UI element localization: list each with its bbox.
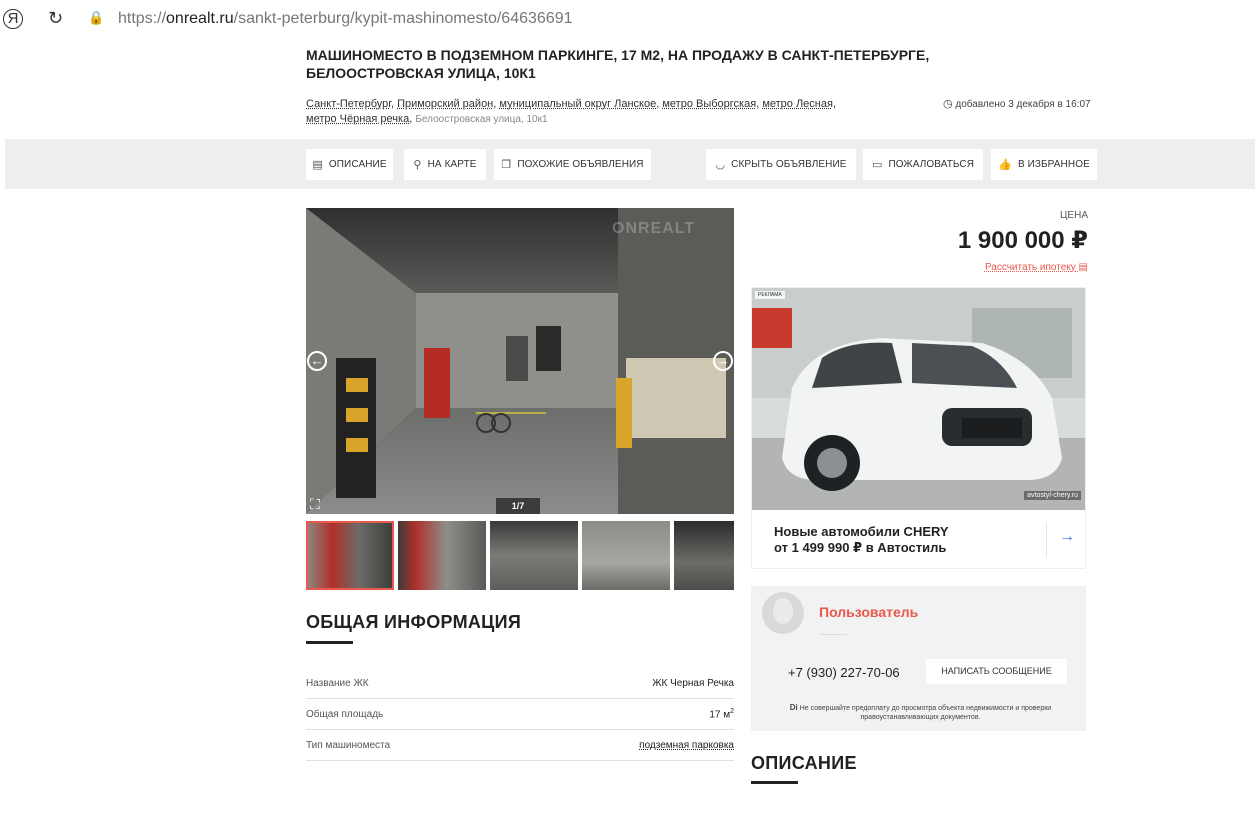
- url-field[interactable]: https://onrealt.ru/sankt-peterburg/kypit…: [118, 10, 572, 28]
- ad-source: avtostyl-chery.ru: [1024, 491, 1081, 500]
- browser-address-bar: Я ↻ 🔒 https://onrealt.ru/sankt-peterburg…: [0, 0, 1258, 40]
- mortgage-calc-label: Рассчитать ипотеку: [984, 262, 1076, 273]
- tab-description[interactable]: ▤ Описание: [306, 149, 393, 180]
- parking-type-link[interactable]: подземная парковка: [639, 740, 734, 751]
- section-underline: [751, 781, 798, 784]
- thumbnail-4[interactable]: [582, 521, 670, 590]
- info-row-type: Тип машиноместа подземная парковка: [306, 730, 734, 761]
- calculator-icon: ▤: [1078, 262, 1088, 273]
- ad-line-2: от 1 499 990 ₽ в Автостиль: [774, 540, 947, 555]
- photo-counter: 1/7: [496, 498, 540, 514]
- added-date: ◷ добавлено 3 декабря в 16:07: [943, 97, 1091, 110]
- fullscreen-icon[interactable]: ⛶: [310, 496, 320, 513]
- info-row-complex: Название ЖК ЖК Черная Речка: [306, 668, 734, 699]
- arrow-left-icon: ←: [310, 353, 324, 368]
- info-value: ЖК Черная Речка: [652, 677, 734, 689]
- address-street: Белоостровская улица, 10к1: [415, 114, 548, 125]
- reload-icon[interactable]: ↻: [48, 8, 63, 29]
- metro-vyborgskaya-link[interactable]: метро Выборгская: [662, 98, 756, 110]
- url-domain: onrealt.ru: [166, 10, 234, 27]
- address-line: Санкт-Петербург, Приморский район, муниц…: [306, 97, 926, 127]
- added-date-text: добавлено 3 декабря в 16:07: [955, 99, 1091, 110]
- info-label: Общая площадь: [306, 708, 384, 720]
- general-info-title: Общая информация: [306, 612, 522, 632]
- address-municipal-link[interactable]: муниципальный округ Ланское: [499, 98, 656, 110]
- warning-icon: Di: [789, 703, 798, 712]
- copy-icon: ❐: [501, 159, 512, 171]
- url-path: /sankt-peterburg/kypit-mashinomesto/6463…: [233, 10, 573, 27]
- tab-map-label: На карте: [427, 159, 477, 170]
- price-label: Цена: [1060, 210, 1088, 221]
- metro-lesnaya-link[interactable]: метро Лесная: [762, 98, 833, 110]
- address-separator: ,: [832, 98, 837, 110]
- lock-icon[interactable]: 🔒: [88, 10, 104, 26]
- address-city-link[interactable]: Санкт-Петербург: [306, 98, 391, 110]
- seller-phone[interactable]: +7 (930) 227-70-06: [788, 665, 900, 680]
- yandex-icon[interactable]: Я: [3, 9, 23, 29]
- address-district-link[interactable]: Приморский район: [397, 98, 493, 110]
- url-protocol: https://: [118, 10, 167, 27]
- arrow-right-icon[interactable]: →: [1059, 528, 1075, 546]
- map-pin-icon: ⚲: [413, 159, 422, 171]
- tab-similar-label: Похожие объявления: [517, 159, 644, 170]
- seller-name[interactable]: Пользователь: [819, 604, 918, 620]
- arrow-right-icon: →: [716, 353, 730, 368]
- thumbnail-1[interactable]: [306, 521, 394, 590]
- document-icon: ▤: [312, 159, 323, 171]
- ad-text[interactable]: Новые автомобили CHERY от 1 499 990 ₽ в …: [774, 524, 949, 556]
- info-label: Название ЖК: [306, 677, 369, 689]
- price-value: 1 900 000 ₽: [957, 227, 1088, 254]
- thumbnail-2[interactable]: [398, 521, 486, 590]
- closed-eye-icon: ◡: [715, 159, 726, 171]
- ad-banner[interactable]: РЕКЛАМА avtostyl-chery.ru Новые автомоби…: [751, 287, 1086, 569]
- gallery-prev-button[interactable]: ←: [307, 351, 327, 371]
- metro-chernaya-rechka-link[interactable]: метро Чёрная речка: [306, 113, 409, 125]
- section-underline: [306, 641, 353, 644]
- complain-label: Пожаловаться: [888, 159, 975, 170]
- complain-button[interactable]: ▭ Пожаловаться: [863, 149, 983, 180]
- area-unit-exponent: 2: [730, 707, 734, 715]
- mortgage-calc-link[interactable]: Рассчитать ипотеку ▤: [985, 262, 1088, 273]
- info-value: 17 м2: [709, 708, 734, 720]
- tab-description-label: Описание: [328, 159, 387, 170]
- ad-divider: [1046, 522, 1047, 558]
- parking-photo: [306, 208, 734, 514]
- description-title: Описание: [751, 753, 857, 773]
- avatar: [762, 592, 804, 634]
- info-row-area: Общая площадь 17 м2: [306, 699, 734, 730]
- thumbnail-5[interactable]: [674, 521, 734, 590]
- ad-label: РЕКЛАМА: [755, 291, 785, 299]
- ad-line-1: Новые автомобили CHERY: [774, 524, 949, 539]
- prepayment-warning: Di Не совершайте предоплату до просмотра…: [763, 703, 1078, 722]
- ad-car-photo: [752, 288, 1085, 510]
- area-value: 17 м: [709, 709, 731, 721]
- info-label: Тип машиноместа: [306, 739, 391, 751]
- seller-contact-card: Пользователь +7 (930) 227-70-06 Написать…: [751, 586, 1086, 731]
- tab-similar[interactable]: ❐ Похожие объявления: [494, 149, 651, 180]
- hide-listing-label: Скрыть объявление: [731, 159, 847, 170]
- clock-icon: ◷: [943, 98, 953, 110]
- page-title: Машиноместо в подземном паркинге, 17 м2,…: [306, 47, 930, 81]
- seller-name-divider: [819, 634, 847, 635]
- send-message-button[interactable]: Написать сообщение: [926, 659, 1067, 684]
- photo-gallery-main[interactable]: [306, 208, 734, 514]
- comment-icon: ▭: [871, 159, 883, 171]
- thumbs-up-icon: 👍: [998, 159, 1012, 171]
- address-separator: ,: [409, 113, 413, 125]
- watermark-logo: ONREALT: [612, 220, 696, 237]
- tab-map[interactable]: ⚲ На карте: [404, 149, 486, 180]
- hide-listing-button[interactable]: ◡ Скрыть объявление: [706, 149, 856, 180]
- favorite-label: В избранное: [1017, 159, 1090, 170]
- gallery-next-button[interactable]: →: [713, 351, 733, 371]
- thumbnail-strip: [306, 521, 734, 590]
- thumbnail-3[interactable]: [490, 521, 578, 590]
- warning-text: Не совершайте предоплату до просмотра об…: [799, 705, 1052, 721]
- favorite-button[interactable]: 👍 В избранное: [991, 149, 1097, 180]
